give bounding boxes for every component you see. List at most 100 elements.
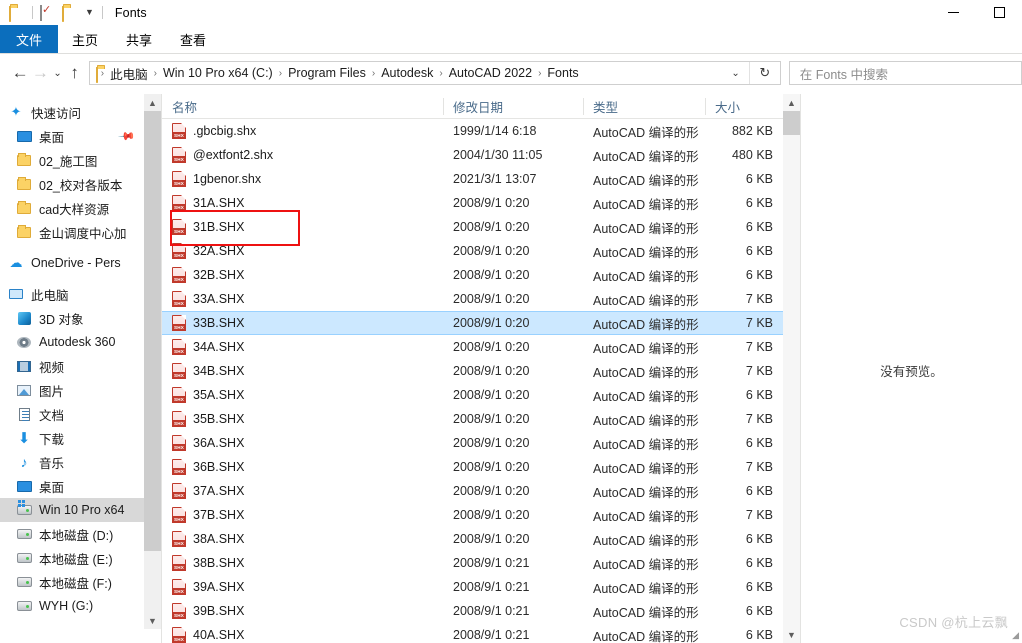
breadcrumb-item-c-drive[interactable]: Win 10 Pro x64 (C:) — [158, 66, 278, 80]
recent-locations-icon[interactable]: ⌄ — [51, 58, 65, 88]
scroll-up-icon[interactable]: ▲ — [783, 94, 800, 111]
sidebar-item-videos[interactable]: 视频 — [0, 354, 144, 378]
sidebar-item-desktop[interactable]: 桌面 — [0, 474, 144, 498]
table-row[interactable]: 35A.SHX 2008/9/1 0:20 AutoCAD 编译的形 6 KB — [162, 383, 783, 407]
breadcrumb-item-this-pc[interactable]: 此电脑 — [105, 64, 153, 83]
preview-message: 没有预览。 — [880, 365, 943, 379]
cell-size: 6 KB — [745, 196, 773, 210]
address-dropdown-icon[interactable]: ⌄ — [722, 68, 748, 79]
breadcrumb-item-fonts[interactable]: Fonts — [542, 66, 583, 80]
table-row[interactable]: 34B.SHX 2008/9/1 0:20 AutoCAD 编译的形 7 KB — [162, 359, 783, 383]
sidebar-item-win10-drive[interactable]: Win 10 Pro x64 — [0, 498, 144, 522]
toolbar-divider-2 — [101, 6, 103, 19]
column-header-name[interactable]: 名称 ⌃ — [162, 94, 443, 119]
sidebar-item-quick-access[interactable]: ✦ 快速访问 — [0, 100, 144, 124]
shx-file-icon — [171, 434, 187, 452]
shx-file-icon — [171, 170, 187, 188]
sidebar-item-onedrive[interactable]: ☁ OneDrive - Pers — [0, 251, 144, 275]
sidebar-item-music[interactable]: ♪ 音乐 — [0, 450, 144, 474]
back-button[interactable]: ← — [10, 58, 30, 88]
table-row[interactable]: 40A.SHX 2008/9/1 0:21 AutoCAD 编译的形 6 KB — [162, 623, 783, 643]
cell-type: AutoCAD 编译的形 — [593, 413, 699, 428]
cell-size: 6 KB — [745, 604, 773, 618]
navigation-pane-scrollbar[interactable]: ▲ ▼ — [144, 94, 161, 629]
table-row[interactable]: 37B.SHX 2008/9/1 0:20 AutoCAD 编译的形 7 KB — [162, 503, 783, 527]
cell-size: 6 KB — [745, 220, 773, 234]
table-row[interactable]: 36B.SHX 2008/9/1 0:20 AutoCAD 编译的形 7 KB — [162, 455, 783, 479]
desktop-icon — [14, 480, 34, 492]
properties-icon[interactable] — [40, 4, 56, 21]
resize-grip-icon[interactable]: ◢ — [1012, 630, 1019, 641]
column-header-size[interactable]: 大小 — [705, 94, 783, 119]
table-row[interactable]: 34A.SHX 2008/9/1 0:20 AutoCAD 编译的形 7 KB — [162, 335, 783, 359]
scroll-up-icon[interactable]: ▲ — [144, 94, 161, 111]
tab-view[interactable]: 查看 — [166, 25, 220, 53]
file-name-label: 37A.SHX — [193, 484, 245, 498]
sidebar-item-drive-f[interactable]: 本地磁盘 (F:) — [0, 570, 144, 594]
sidebar-item-documents[interactable]: 文档 — [0, 402, 144, 426]
sidebar-item-downloads[interactable]: ⬇ 下载 — [0, 426, 144, 450]
sidebar-item-autodesk-360[interactable]: Autodesk 360 — [0, 330, 144, 354]
table-row[interactable]: 35B.SHX 2008/9/1 0:20 AutoCAD 编译的形 7 KB — [162, 407, 783, 431]
cell-type: AutoCAD 编译的形 — [593, 437, 699, 452]
pin-icon[interactable]: 📌 — [118, 127, 137, 145]
forward-button[interactable]: → — [30, 58, 50, 88]
file-list-scrollbar[interactable]: ▲ ▼ — [783, 94, 800, 643]
breadcrumb-item-autodesk[interactable]: Autodesk — [376, 66, 438, 80]
up-button[interactable]: ↑ — [65, 58, 85, 88]
column-header-date[interactable]: 修改日期 — [443, 94, 583, 119]
table-row[interactable]: 36A.SHX 2008/9/1 0:20 AutoCAD 编译的形 6 KB — [162, 431, 783, 455]
address-bar[interactable]: › 此电脑 › Win 10 Pro x64 (C:) › Program Fi… — [88, 61, 781, 85]
minimize-button[interactable] — [930, 0, 976, 25]
chevron-down-icon[interactable]: ▼ — [85, 8, 94, 17]
scrollbar-thumb[interactable] — [783, 111, 800, 135]
table-row[interactable]: 33B.SHX 2008/9/1 0:20 AutoCAD 编译的形 7 KB — [162, 311, 783, 335]
table-row[interactable]: @extfont2.shx 2004/1/30 11:05 AutoCAD 编译的形… — [162, 143, 783, 167]
sidebar-item-desktop-qa[interactable]: 桌面 📌 — [0, 124, 144, 148]
table-row[interactable]: 38A.SHX 2008/9/1 0:20 AutoCAD 编译的形 6 KB — [162, 527, 783, 551]
table-row[interactable]: .gbcbig.shx 1999/1/14 6:18 AutoCAD 编译的形 882… — [162, 119, 783, 143]
search-box[interactable]: 在 Fonts 中搜索 — [788, 61, 1022, 85]
sidebar-item-cad-resources[interactable]: cad大样资源 — [0, 196, 144, 220]
table-row[interactable]: 33A.SHX 2008/9/1 0:20 AutoCAD 编译的形 7 KB — [162, 287, 783, 311]
file-name-label: 34A.SHX — [193, 340, 245, 354]
table-row[interactable]: 39B.SHX 2008/9/1 0:21 AutoCAD 编译的形 6 KB — [162, 599, 783, 623]
tab-home[interactable]: 主页 — [58, 25, 112, 53]
sidebar-item-02-versions[interactable]: 02_校对各版本 — [0, 172, 144, 196]
sidebar-item-pictures[interactable]: 图片 — [0, 378, 144, 402]
table-row[interactable]: 1gbenor.shx 2021/3/1 13:07 AutoCAD 编译的形 6 K… — [162, 167, 783, 191]
column-header-type[interactable]: 类型 — [583, 94, 705, 119]
refresh-icon[interactable]: ↻ — [750, 65, 780, 81]
new-folder-icon[interactable] — [62, 5, 78, 22]
sidebar-item-3d-objects[interactable]: 3D 对象 — [0, 306, 144, 330]
table-row[interactable]: 31B.SHX 2008/9/1 0:20 AutoCAD 编译的形 6 KB — [162, 215, 783, 239]
sidebar-item-drive-d[interactable]: 本地磁盘 (D:) — [0, 522, 144, 546]
scroll-down-icon[interactable]: ▼ — [144, 612, 161, 629]
sidebar-item-drive-g[interactable]: WYH (G:) — [0, 594, 144, 618]
sidebar-item-this-pc[interactable]: 此电脑 — [0, 282, 144, 306]
file-name-label: .gbcbig.shx — [193, 124, 257, 138]
table-row[interactable]: 38B.SHX 2008/9/1 0:21 AutoCAD 编译的形 6 KB — [162, 551, 783, 575]
tab-file[interactable]: 文件 — [0, 25, 59, 53]
scrollbar-thumb[interactable] — [144, 111, 161, 551]
table-row[interactable]: 39A.SHX 2008/9/1 0:21 AutoCAD 编译的形 6 KB — [162, 575, 783, 599]
sidebar-item-label: 快速访问 — [31, 106, 82, 121]
scroll-down-icon[interactable]: ▼ — [783, 626, 800, 643]
sidebar-item-jinshan[interactable]: 金山调度中心加 — [0, 220, 144, 244]
maximize-button[interactable] — [976, 0, 1022, 25]
sidebar-item-drive-e[interactable]: 本地磁盘 (E:) — [0, 546, 144, 570]
file-name-label: 37B.SHX — [193, 508, 245, 522]
folder-icon[interactable] — [9, 5, 25, 22]
table-row[interactable]: 31A.SHX 2008/9/1 0:20 AutoCAD 编译的形 6 KB — [162, 191, 783, 215]
search-input[interactable]: 在 Fonts 中搜索 — [800, 64, 888, 83]
table-row[interactable]: 32A.SHX 2008/9/1 0:20 AutoCAD 编译的形 6 KB — [162, 239, 783, 263]
breadcrumb-item-program-files[interactable]: Program Files — [283, 66, 371, 80]
breadcrumb-item-autocad-2022[interactable]: AutoCAD 2022 — [444, 66, 537, 80]
table-row[interactable]: 32B.SHX 2008/9/1 0:20 AutoCAD 编译的形 6 KB — [162, 263, 783, 287]
drive-icon — [14, 601, 34, 611]
tab-share[interactable]: 共享 — [112, 25, 166, 53]
table-row[interactable]: 37A.SHX 2008/9/1 0:20 AutoCAD 编译的形 6 KB — [162, 479, 783, 503]
sidebar-item-02-construction[interactable]: 02_施工图 — [0, 148, 144, 172]
cell-date: 2008/9/1 0:20 — [453, 268, 530, 282]
cell-name: 35A.SHX — [162, 383, 443, 407]
